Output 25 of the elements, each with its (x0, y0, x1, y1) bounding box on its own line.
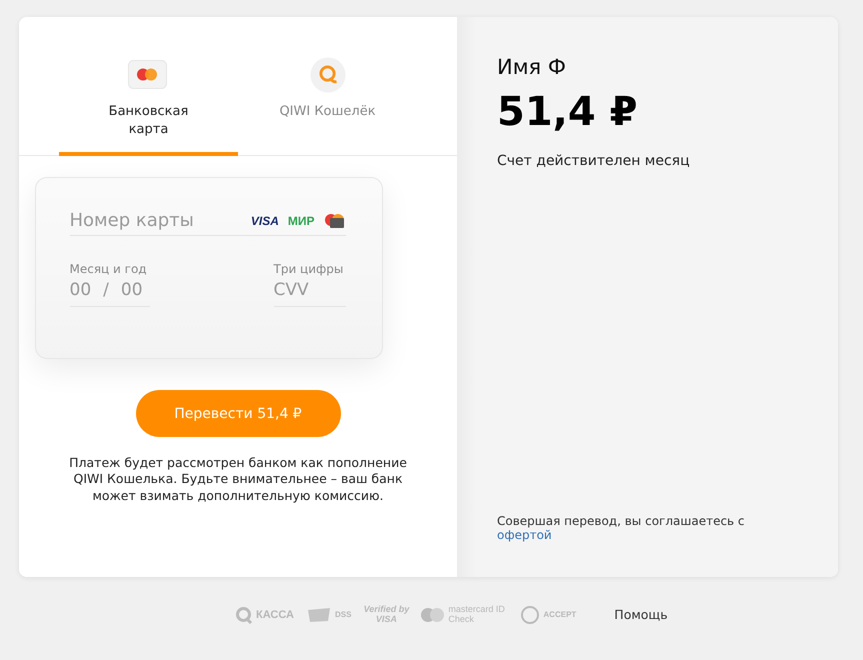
mastercard-id-check-logo: mastercard ID Check (448, 605, 506, 625)
pci-logo: DSS (334, 610, 352, 620)
notice-text: Платеж будет рассмотрен банком как пополнение QIWI Кошелька. Будьте внимательнее – ваш банк может взимать дополнительную комиссию. (68, 455, 408, 504)
verified-by-visa-logo: Verified by VISA (363, 605, 410, 625)
mir-logo: МИР (288, 214, 314, 228)
cvv-field[interactable]: CVV (274, 280, 346, 307)
visa-logo: VISA (250, 214, 279, 228)
mastercard-icon (324, 212, 346, 230)
mir-accept-logo: ACCEPT (543, 610, 576, 620)
validity-text: Счет действителен месяц (497, 153, 691, 169)
mir-circle-icon (520, 606, 540, 624)
help-link[interactable]: Помощь (614, 607, 668, 622)
payment-method-tab[interactable]: Банковская карта (59, 57, 238, 156)
offer-link[interactable]: офертой (497, 528, 552, 542)
agreement-text: Совершая перевод, вы соглашаетесь с офертой (497, 514, 746, 542)
card-number-field[interactable]: Номер карты (70, 210, 251, 231)
expiry-label: Месяц и год (70, 262, 148, 276)
expiry-field[interactable]: 00 / 00 (70, 280, 150, 307)
amount-text: 51,4 ₽ (497, 89, 638, 135)
mastercard-icon (421, 608, 446, 622)
pci-shield-icon (306, 606, 332, 623)
payment-method-tab[interactable]: QIWI Кошелёк (238, 57, 417, 156)
kassa-logo: КАССА (256, 608, 294, 621)
recipient-name: Имя Ф (497, 55, 567, 79)
cvv-label: Три цифры (274, 262, 344, 276)
